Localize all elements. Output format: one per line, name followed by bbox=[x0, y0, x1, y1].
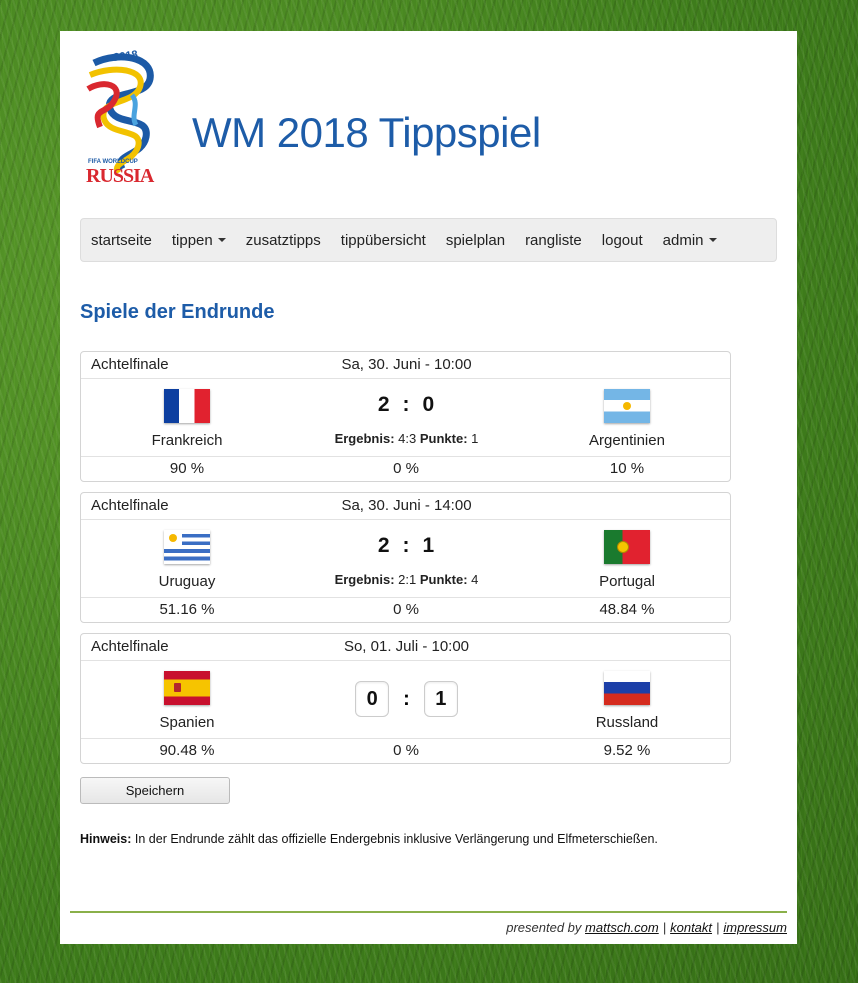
match-percentages: 51.16 % 0 % 48.84 % bbox=[81, 598, 730, 622]
footer-divider bbox=[70, 911, 787, 913]
nav-label: logout bbox=[601, 231, 643, 249]
hint-text: Hinweis: In der Endrunde zählt das offiz… bbox=[80, 832, 658, 846]
match-card: Achtelfinale Sa, 30. Juni - 14:00 Urugua… bbox=[80, 492, 731, 623]
footer-separator: | bbox=[716, 920, 720, 935]
points-label: Punkte: bbox=[419, 431, 468, 446]
match-body: Spanien : Russland bbox=[81, 661, 730, 739]
footer: presented by mattsch.com | kontakt | impress… bbox=[506, 920, 787, 935]
match-date: Sa, 30. Juni - 14:00 bbox=[341, 497, 472, 514]
score-home: 2 bbox=[377, 534, 391, 557]
score-away: 0 bbox=[422, 393, 436, 416]
points-value: 1 bbox=[471, 431, 479, 446]
away-team-name: Russland bbox=[595, 714, 659, 731]
save-button[interactable]: Speichern bbox=[80, 777, 230, 804]
site-title: WM 2018 Tippspiel bbox=[192, 109, 541, 156]
match-date: So, 01. Juli - 10:00 bbox=[343, 638, 470, 655]
wm-2018-logo: 2018 FIFA WORLDCUP RUSSIA bbox=[86, 49, 156, 185]
match-header: Achtelfinale Sa, 30. Juni - 10:00 bbox=[81, 352, 730, 379]
nav-item-rangliste[interactable]: rangliste bbox=[525, 232, 582, 249]
home-score-input[interactable] bbox=[355, 681, 390, 717]
score-away: 1 bbox=[422, 534, 436, 557]
argentina-flag-icon bbox=[604, 389, 650, 423]
draw-percentage: 0 % bbox=[393, 460, 419, 477]
nav-item-startseite[interactable]: startseite bbox=[91, 232, 152, 249]
page-container: 2018 FIFA WORLDCUP RUSSIA WM 2018 Tippsp… bbox=[60, 31, 797, 944]
away-team: Russland bbox=[557, 671, 697, 731]
match-card: Achtelfinale So, 01. Juli - 10:00 Spanie… bbox=[80, 633, 731, 764]
match-body: Frankreich 2:0 Ergebnis: 4:3 Punkte: 1 A… bbox=[81, 379, 730, 457]
away-team-name: Argentinien bbox=[589, 432, 665, 449]
nav-label: startseite bbox=[91, 231, 152, 249]
nav-label: admin bbox=[662, 231, 704, 249]
nav-item-admin[interactable]: admin bbox=[663, 232, 717, 249]
nav-label: tippen bbox=[171, 231, 213, 249]
hint-body: In der Endrunde zählt das offizielle End… bbox=[134, 832, 658, 846]
match-card: Achtelfinale Sa, 30. Juni - 10:00 Frankr… bbox=[80, 351, 731, 482]
nav-label: zusatztipps bbox=[245, 231, 321, 249]
home-percentage: 51.16 % bbox=[159, 601, 215, 618]
away-percentage: 9.52 % bbox=[603, 742, 651, 759]
result-value: 4:3 bbox=[398, 431, 417, 446]
navbar: startseite tippen zusatztipps tippübersi… bbox=[80, 218, 777, 262]
score-home: 2 bbox=[377, 393, 391, 416]
result-label: Ergebnis: bbox=[334, 572, 395, 587]
impressum-link[interactable]: impressum bbox=[723, 920, 787, 935]
presented-by-text: presented by bbox=[506, 920, 582, 935]
mattsch-link[interactable]: mattsch.com bbox=[585, 920, 659, 935]
page-title: Spiele der Endrunde bbox=[80, 301, 275, 323]
away-score-input[interactable] bbox=[423, 681, 458, 717]
header: 2018 FIFA WORLDCUP RUSSIA WM 2018 Tippsp… bbox=[84, 49, 584, 189]
portugal-flag-icon bbox=[604, 530, 650, 564]
nav-label: rangliste bbox=[525, 231, 582, 249]
kontakt-link[interactable]: kontakt bbox=[670, 920, 712, 935]
away-team: Portugal bbox=[557, 530, 697, 590]
score-separator: : bbox=[402, 393, 411, 416]
match-header: Achtelfinale So, 01. Juli - 10:00 bbox=[81, 634, 730, 661]
hint-label: Hinweis: bbox=[80, 832, 132, 846]
score-separator: : bbox=[403, 687, 410, 710]
nav-item-zusatztipps[interactable]: zusatztipps bbox=[246, 232, 321, 249]
nav-label: spielplan bbox=[445, 231, 506, 249]
nav-item-tippen[interactable]: tippen bbox=[172, 232, 226, 249]
nav-item-tippuebersicht[interactable]: tippübersicht bbox=[341, 232, 426, 249]
nav-item-logout[interactable]: logout bbox=[602, 232, 643, 249]
match-date: Sa, 30. Juni - 10:00 bbox=[341, 356, 472, 373]
footer-separator: | bbox=[662, 920, 667, 935]
logo-country: RUSSIA bbox=[86, 165, 155, 185]
score-separator: : bbox=[402, 534, 411, 557]
away-team: Argentinien bbox=[557, 389, 697, 449]
home-percentage: 90 % bbox=[169, 460, 205, 477]
away-percentage: 10 % bbox=[609, 460, 645, 477]
draw-percentage: 0 % bbox=[393, 742, 419, 759]
russia-flag-icon bbox=[604, 671, 650, 705]
match-percentages: 90.48 % 0 % 9.52 % bbox=[81, 739, 730, 763]
points-value: 4 bbox=[471, 572, 479, 587]
result-label: Ergebnis: bbox=[334, 431, 395, 446]
draw-percentage: 0 % bbox=[393, 601, 419, 618]
caret-down-icon bbox=[217, 238, 226, 242]
away-team-name: Portugal bbox=[599, 573, 655, 590]
home-percentage: 90.48 % bbox=[159, 742, 215, 759]
match-header: Achtelfinale Sa, 30. Juni - 14:00 bbox=[81, 493, 730, 520]
caret-down-icon bbox=[708, 238, 717, 242]
nav-label: tippübersicht bbox=[340, 231, 426, 249]
match-percentages: 90 % 0 % 10 % bbox=[81, 457, 730, 481]
nav-item-spielplan[interactable]: spielplan bbox=[446, 232, 505, 249]
result-value: 2:1 bbox=[398, 572, 417, 587]
points-label: Punkte: bbox=[419, 572, 468, 587]
away-percentage: 48.84 % bbox=[599, 601, 655, 618]
match-body: Uruguay 2:1 Ergebnis: 2:1 Punkte: 4 Port… bbox=[81, 520, 730, 598]
